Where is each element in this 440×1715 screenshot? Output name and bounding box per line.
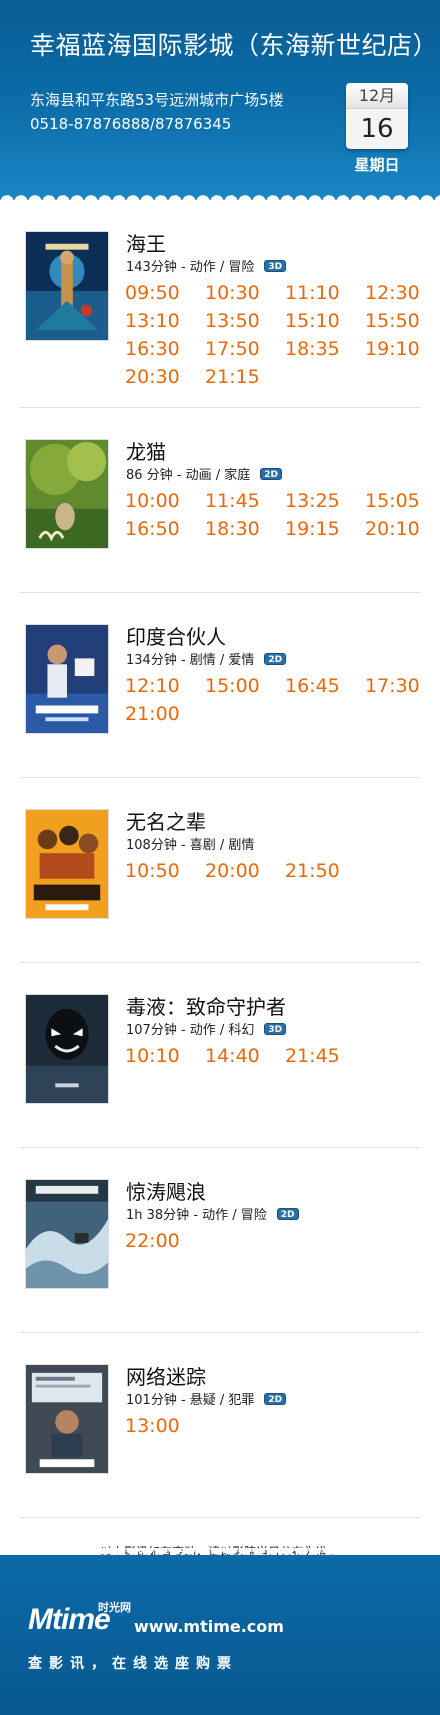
showtime[interactable]: 15:10 bbox=[285, 310, 365, 332]
footer-scallop-edge bbox=[0, 1548, 440, 1562]
showtime[interactable]: 09:50 bbox=[125, 282, 205, 304]
padman-poster[interactable] bbox=[25, 624, 109, 734]
movie-duration-genre: 143分钟 - 动作 / 冒险 bbox=[126, 260, 255, 275]
movie-item[interactable]: 毒液：致命守护者 107分钟 - 动作 / 科幻 3D 10:10 14:40 … bbox=[20, 963, 420, 1148]
showtime[interactable]: 21:15 bbox=[205, 366, 285, 388]
movie-title[interactable]: 毒液：致命守护者 bbox=[126, 991, 286, 1020]
showtime[interactable]: 11:45 bbox=[205, 490, 285, 512]
showtime[interactable]: 16:50 bbox=[125, 518, 205, 540]
movie-meta: 86 分钟 - 动画 / 家庭 2D bbox=[126, 464, 283, 483]
showtime[interactable]: 15:00 bbox=[205, 675, 285, 697]
format-3d-badge: 3D bbox=[264, 259, 287, 272]
movie-title[interactable]: 网络迷踪 bbox=[126, 1361, 206, 1390]
showtime[interactable]: 13:50 bbox=[205, 310, 285, 332]
movie-meta: 1h 38分钟 - 动作 / 冒险 2D bbox=[126, 1204, 299, 1223]
storm-poster[interactable] bbox=[25, 1179, 109, 1289]
format-2d-badge: 2D bbox=[276, 1207, 299, 1220]
calendar-month: 12月 bbox=[346, 83, 408, 109]
footer-slogan: 查影讯，在线选座购票 bbox=[28, 1656, 238, 1672]
calendar-day: 16 bbox=[360, 114, 394, 144]
movie-title[interactable]: 龙猫 bbox=[126, 436, 166, 465]
movie-meta: 134分钟 - 剧情 / 爱情 2D bbox=[126, 649, 287, 668]
showtime[interactable]: 10:50 bbox=[125, 860, 205, 882]
movie-item[interactable]: 惊涛飓浪 1h 38分钟 - 动作 / 冒险 2D 22:00 bbox=[20, 1148, 420, 1333]
showtime[interactable]: 15:05 bbox=[365, 490, 440, 512]
totoro-poster[interactable] bbox=[25, 439, 109, 549]
showtime-list: 10:00 11:45 13:25 15:05 16:50 18:30 19:1… bbox=[125, 490, 425, 540]
movie-divider bbox=[20, 1517, 420, 1518]
cinema-header: 幸福蓝海国际影城（东海新世纪店） 东海县和平东路53号远洲城市广场5楼 0518… bbox=[0, 0, 440, 200]
format-2d-badge: 2D bbox=[264, 1392, 287, 1405]
showtime[interactable]: 13:10 bbox=[125, 310, 205, 332]
showtime[interactable]: 13:25 bbox=[285, 490, 365, 512]
showtime[interactable]: 13:00 bbox=[125, 1415, 205, 1437]
showtime[interactable]: 19:15 bbox=[285, 518, 365, 540]
showtime[interactable]: 12:10 bbox=[125, 675, 205, 697]
movie-meta: 108分钟 - 喜剧 / 剧情 bbox=[126, 834, 254, 853]
showtime[interactable]: 20:10 bbox=[365, 518, 440, 540]
searching-poster[interactable] bbox=[25, 1364, 109, 1474]
showtime[interactable]: 12:30 bbox=[365, 282, 440, 304]
movie-title[interactable]: 无名之辈 bbox=[126, 806, 206, 835]
movie-item[interactable]: 无名之辈 108分钟 - 喜剧 / 剧情 10:50 20:00 21:50 bbox=[20, 778, 420, 963]
venom-poster[interactable] bbox=[25, 994, 109, 1104]
showtime[interactable]: 10:00 bbox=[125, 490, 205, 512]
showtime[interactable]: 10:10 bbox=[125, 1045, 205, 1067]
movie-title[interactable]: 海王 bbox=[126, 228, 166, 257]
showtime[interactable]: 15:50 bbox=[365, 310, 440, 332]
showtime[interactable]: 21:00 bbox=[125, 703, 205, 725]
movie-item[interactable]: 印度合伙人 134分钟 - 剧情 / 爱情 2D 12:10 15:00 16:… bbox=[20, 593, 420, 778]
showtime[interactable]: 22:00 bbox=[125, 1230, 205, 1252]
showtime[interactable]: 20:30 bbox=[125, 366, 205, 388]
showtime-list: 13:00 bbox=[125, 1415, 425, 1437]
wumingzhibei-poster[interactable] bbox=[25, 809, 109, 919]
format-3d-badge: 3D bbox=[264, 1022, 287, 1035]
showtime-list: 22:00 bbox=[125, 1230, 425, 1252]
movie-item[interactable]: 网络迷踪 101分钟 - 悬疑 / 犯罪 2D 13:00 bbox=[20, 1333, 420, 1518]
format-2d-badge: 2D bbox=[260, 467, 283, 480]
movie-duration-genre: 134分钟 - 剧情 / 爱情 bbox=[126, 653, 255, 668]
mtime-logo-cn: 时光网 bbox=[98, 1601, 131, 1614]
showtime[interactable]: 20:00 bbox=[205, 860, 285, 882]
mtime-logo[interactable]: Mtime 时光网 bbox=[28, 1601, 131, 1635]
showtime-list: 09:50 10:30 11:10 12:30 13:10 13:50 15:1… bbox=[125, 282, 425, 388]
movie-duration-genre: 108分钟 - 喜剧 / 剧情 bbox=[126, 838, 255, 853]
movie-meta: 143分钟 - 动作 / 冒险 3D bbox=[126, 256, 287, 275]
showtime-list: 10:50 20:00 21:50 bbox=[125, 860, 425, 882]
cinema-name: 幸福蓝海国际影城（东海新世纪店） bbox=[30, 31, 439, 60]
showtime[interactable]: 21:45 bbox=[285, 1045, 365, 1067]
movie-duration-genre: 107分钟 - 动作 / 科幻 bbox=[126, 1023, 255, 1038]
movie-item[interactable]: 龙猫 86 分钟 - 动画 / 家庭 2D 10:00 11:45 13:25 … bbox=[20, 408, 420, 593]
movie-title[interactable]: 印度合伙人 bbox=[126, 621, 226, 650]
movie-duration-genre: 1h 38分钟 - 动作 / 冒险 bbox=[126, 1208, 267, 1223]
movie-duration-genre: 101分钟 - 悬疑 / 犯罪 bbox=[126, 1393, 255, 1408]
movie-meta: 101分钟 - 悬疑 / 犯罪 2D bbox=[126, 1389, 287, 1408]
showtime-list: 10:10 14:40 21:45 bbox=[125, 1045, 425, 1067]
showtime[interactable]: 18:35 bbox=[285, 338, 365, 360]
showtime[interactable]: 19:10 bbox=[365, 338, 440, 360]
cinema-address: 东海县和平东路53号远洲城市广场5楼 bbox=[30, 91, 284, 109]
movie-title[interactable]: 惊涛飓浪 bbox=[126, 1176, 206, 1205]
format-2d-badge: 2D bbox=[264, 652, 287, 665]
showtime[interactable]: 17:50 bbox=[205, 338, 285, 360]
movie-meta: 107分钟 - 动作 / 科幻 3D bbox=[126, 1019, 287, 1038]
calendar-weekday: 星期日 bbox=[354, 156, 400, 174]
showtime[interactable]: 14:40 bbox=[205, 1045, 285, 1067]
movie-item[interactable]: 海王 143分钟 - 动作 / 冒险 3D 09:50 10:30 11:10 … bbox=[20, 200, 420, 388]
showtime[interactable]: 16:45 bbox=[285, 675, 365, 697]
calendar-icon: 12月 16 bbox=[346, 83, 408, 149]
showtime[interactable]: 17:30 bbox=[365, 675, 440, 697]
showtime[interactable]: 21:50 bbox=[285, 860, 365, 882]
footer: Mtime 时光网 www.mtime.com 查影讯，在线选座购票 bbox=[0, 1555, 440, 1715]
movie-duration-genre: 86 分钟 - 动画 / 家庭 bbox=[126, 468, 251, 483]
showtime[interactable]: 18:30 bbox=[205, 518, 285, 540]
mtime-url-link[interactable]: www.mtime.com bbox=[134, 1617, 284, 1636]
showtime[interactable]: 16:30 bbox=[125, 338, 205, 360]
showtime[interactable]: 10:30 bbox=[205, 282, 285, 304]
showtime-list: 12:10 15:00 16:45 17:30 21:00 bbox=[125, 675, 425, 725]
showtime[interactable]: 11:10 bbox=[285, 282, 365, 304]
aquaman-poster[interactable] bbox=[25, 231, 109, 341]
cinema-phone[interactable]: 0518-87876888/87876345 bbox=[30, 115, 231, 133]
